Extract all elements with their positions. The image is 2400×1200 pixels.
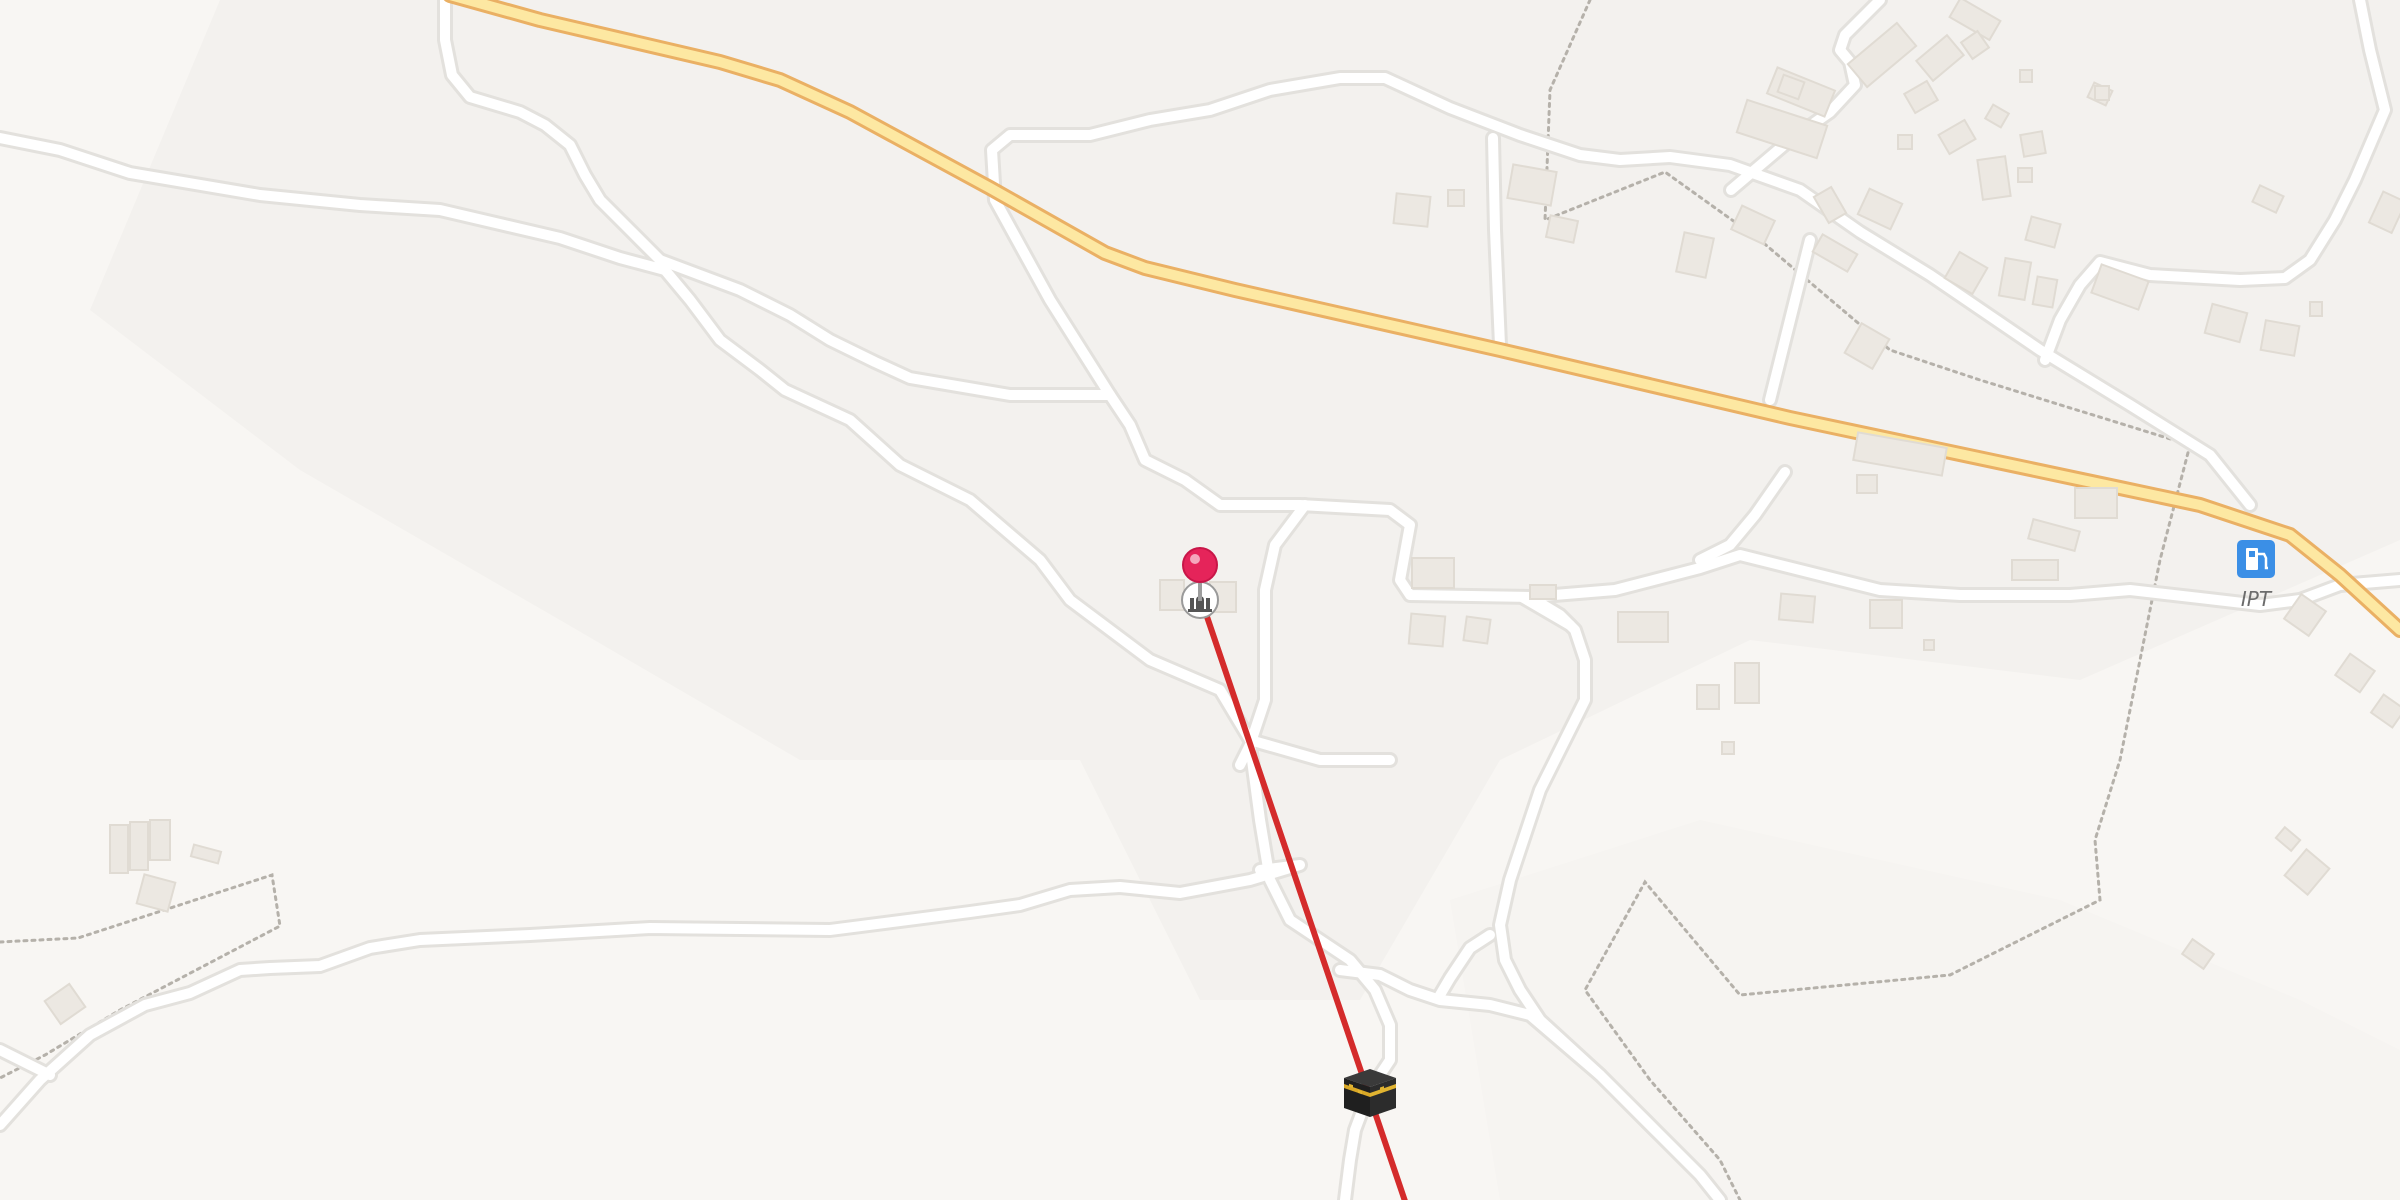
building (149, 819, 171, 861)
building (1506, 163, 1558, 207)
kaaba-icon (1344, 1069, 1396, 1117)
building (2011, 559, 2059, 581)
building (1529, 584, 1557, 600)
building (1544, 214, 1580, 244)
building (1447, 189, 1465, 207)
building (1997, 256, 2033, 302)
kaaba-poi[interactable] (1344, 1069, 1396, 1117)
building (1923, 639, 1935, 651)
building (2017, 167, 2033, 183)
building (2094, 85, 2110, 101)
building (1392, 192, 1432, 228)
building (1897, 134, 1913, 150)
building (1462, 615, 1492, 645)
building (2309, 301, 2323, 317)
building (109, 824, 129, 874)
building (1869, 599, 1903, 629)
building (1976, 155, 2012, 201)
map-pin-icon (1182, 547, 1218, 583)
building (1721, 741, 1735, 755)
building (129, 821, 149, 871)
building (1734, 662, 1760, 704)
building (1856, 474, 1878, 494)
fuel-station-poi[interactable]: IPT (2237, 540, 2275, 611)
building (1696, 684, 1720, 710)
building (2031, 275, 2059, 309)
building (2074, 487, 2118, 519)
fuel-station-label: IPT (2241, 587, 2273, 611)
building (2019, 130, 2047, 158)
building (1159, 579, 1185, 611)
building (2019, 69, 2033, 83)
building (1617, 611, 1669, 643)
building (1411, 557, 1455, 589)
building (2259, 319, 2301, 357)
map-canvas[interactable]: IPT (0, 0, 2400, 1200)
building (1777, 592, 1817, 624)
building (1407, 612, 1447, 648)
